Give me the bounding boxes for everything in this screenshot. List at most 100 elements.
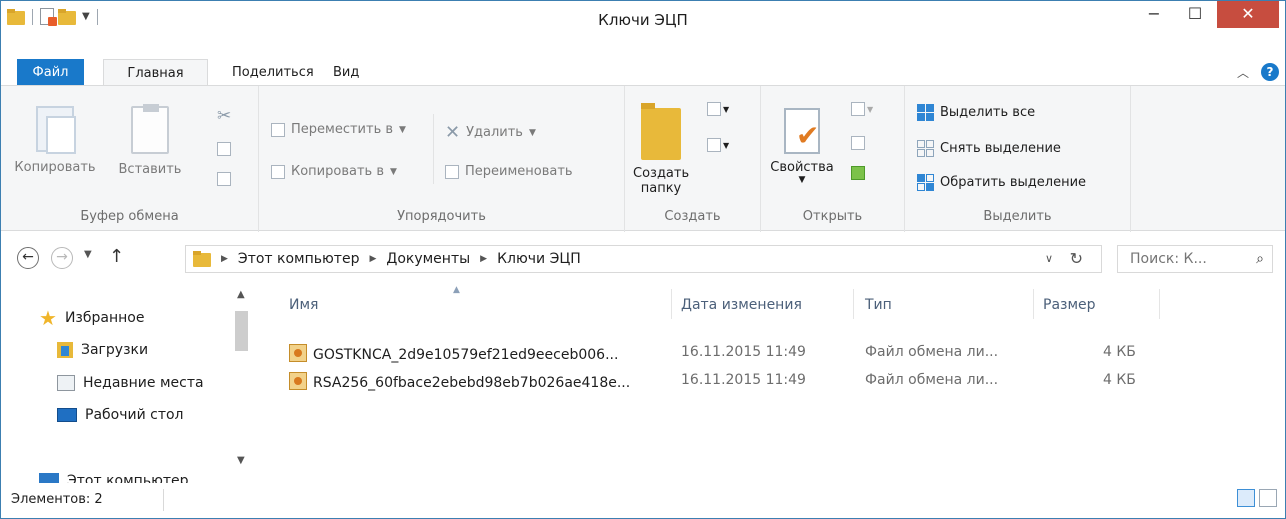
breadcrumb: ▶ Этот компьютер ▶ Документы ▶ Ключи ЭЦП [221,251,581,267]
window-title: Ключи ЭЦП [598,11,688,29]
delete-label: Удалить [466,125,523,140]
search-icon[interactable]: ⌕ [1256,251,1264,267]
forward-button[interactable]: → [51,247,73,269]
status-separator [163,489,164,511]
address-bar[interactable]: ▶ Этот компьютер ▶ Документы ▶ Ключи ЭЦП… [185,245,1102,273]
minimize-button[interactable]: − [1133,1,1175,28]
search-box[interactable]: ⌕ [1117,245,1273,273]
copy-to-icon [271,164,285,179]
organize-divider [433,114,434,184]
delete-icon: ✕ [445,122,461,143]
column-separator[interactable] [1159,289,1160,319]
rename-button[interactable]: Переименовать [445,164,573,179]
help-icon[interactable]: ? [1261,63,1279,81]
close-button[interactable]: ✕ [1217,1,1279,28]
move-to-dropdown-icon: ▼ [399,124,406,135]
nav-item-this-pc[interactable]: Этот компьютер [39,473,189,483]
paste-icon [131,104,169,154]
properties-icon [784,108,820,154]
column-separator[interactable] [1033,289,1034,319]
maximize-button[interactable]: ☐ [1174,1,1216,28]
table-row[interactable]: GOSTKNCA_2d9e10579ef21ed9eeceb006... 16.… [283,339,1173,367]
invert-selection-button[interactable]: Обратить выделение [917,174,1086,191]
copy-to-button[interactable]: Копировать в ▼ [271,164,397,179]
cut-button[interactable]: ✂ [217,106,231,126]
new-item-dropdown-icon: ▼ [723,104,730,114]
edit-button[interactable] [851,136,865,154]
breadcrumb-current[interactable]: Ключи ЭЦП [497,251,581,267]
group-label-organize: Упорядочить [397,209,486,224]
delete-button[interactable]: ✕ Удалить ▼ [445,122,536,143]
properties-label: Свойства [770,160,834,175]
paste-shortcut-icon [217,172,231,186]
folder-icon [193,251,211,267]
copy-icon [36,106,76,154]
column-header-name[interactable]: Имя [289,297,318,313]
invert-selection-label: Обратить выделение [940,175,1087,190]
move-to-button[interactable]: Переместить в ▼ [271,122,406,137]
history-button[interactable] [851,166,865,184]
history-icon [851,166,865,180]
group-organize: Переместить в ▼ Копировать в ▼ ✕ Удалить… [259,86,625,232]
up-arrow-icon[interactable]: ↑ [109,246,124,267]
downloads-folder-icon [57,342,73,358]
rename-icon [445,164,459,179]
scrollbar-thumb[interactable] [235,311,248,351]
column-separator[interactable] [853,289,854,319]
group-open: Свойства ▼ ▼ Открыть [761,86,905,232]
easy-access-dropdown-icon: ▼ [723,140,730,150]
column-header-type[interactable]: Тип [865,297,892,313]
column-header-size[interactable]: Размер [1043,297,1096,313]
file-list: ▲ Имя Дата изменения Тип Размер GOSTKNCA… [263,285,1273,485]
item-count: Элементов: 2 [11,492,103,507]
large-icons-view-icon[interactable] [1259,489,1277,507]
breadcrumb-separator-icon[interactable]: ▶ [480,254,487,264]
tab-view[interactable]: Вид [321,59,371,86]
easy-access-button[interactable]: ▼ [707,138,729,152]
refresh-icon[interactable]: ↻ [1070,249,1083,268]
breadcrumb-documents[interactable]: Документы [386,251,470,267]
copy-path-icon [217,142,231,156]
nav-pane-scrollbar[interactable]: ▲ ▼ [233,285,250,470]
nav-item-favorites[interactable]: ★ Избранное [39,308,144,328]
file-name-cell: GOSTKNCA_2d9e10579ef21ed9eeceb006... [289,344,618,363]
nav-item-recent[interactable]: Недавние места [57,375,204,391]
nav-item-downloads[interactable]: Загрузки [57,342,148,358]
details-view-icon[interactable] [1237,489,1255,507]
tab-home[interactable]: Главная [103,59,208,86]
paste-shortcut-button[interactable] [217,172,231,190]
collapse-ribbon-icon[interactable]: ︿ [1237,64,1249,81]
copy-path-button[interactable] [217,142,231,160]
open-button[interactable]: ▼ [851,102,873,116]
breadcrumb-separator-icon[interactable]: ▶ [369,254,376,264]
tab-share[interactable]: Поделиться [220,59,326,86]
select-all-label: Выделить все [940,105,1036,120]
new-folder-button[interactable]: Создать папку [633,103,689,196]
column-header-date[interactable]: Дата изменения [681,297,802,313]
select-all-button[interactable]: Выделить все [917,104,1035,121]
select-none-button[interactable]: Снять выделение [917,140,1061,157]
copy-button[interactable]: Копировать [7,106,103,175]
paste-button[interactable]: Вставить [107,104,193,177]
select-all-icon [917,104,934,121]
recent-locations-dropdown-icon[interactable]: ▼ [84,249,92,260]
navigation-pane: ★ Избранное Загрузки Недавние места Рабо… [1,285,251,485]
nav-label-desktop: Рабочий стол [85,407,184,423]
column-separator[interactable] [671,289,672,319]
new-item-button[interactable]: ▼ [707,102,729,116]
scroll-up-icon[interactable]: ▲ [237,289,245,300]
copy-to-label: Копировать в [291,164,384,179]
search-input[interactable] [1130,251,1240,267]
address-dropdown-icon[interactable]: ∨ [1045,252,1053,265]
file-size: 4 КБ [1103,372,1136,388]
new-folder-icon [641,103,681,160]
select-none-icon [917,140,934,157]
nav-item-desktop[interactable]: Рабочий стол [57,407,184,423]
properties-button[interactable]: Свойства ▼ [767,108,837,185]
ribbon: Копировать Вставить ✂ Буфер обмена Перем… [1,85,1285,232]
scroll-down-icon[interactable]: ▼ [237,455,245,466]
sort-ascending-icon: ▲ [453,285,460,295]
breadcrumb-this-pc[interactable]: Этот компьютер [238,251,360,267]
back-button[interactable]: ← [17,247,39,269]
table-row[interactable]: RSA256_60fbace2ebebd98eb7b026ae418e... 1… [283,367,1173,395]
